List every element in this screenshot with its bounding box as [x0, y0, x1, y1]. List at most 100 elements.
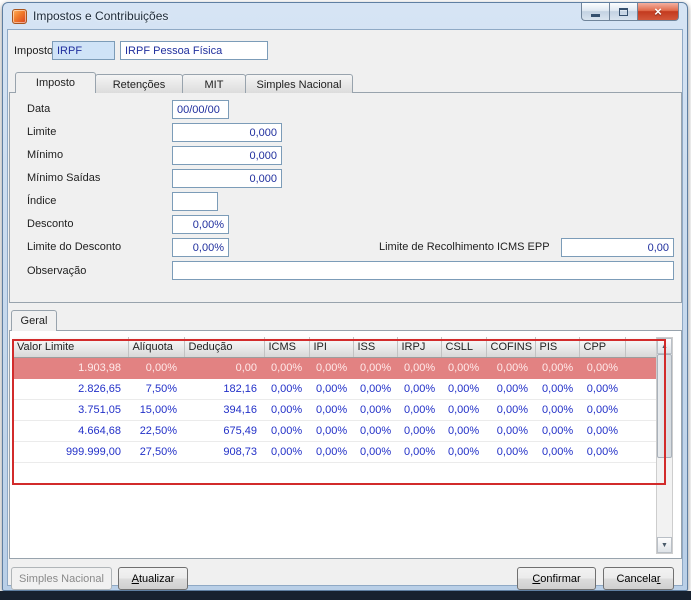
table-cell[interactable]: 3.751,05 — [13, 399, 128, 421]
table-cell[interactable]: 0,00% — [353, 441, 397, 463]
table-cell[interactable]: 0,00% — [486, 420, 535, 442]
scroll-up-icon[interactable]: ▲ — [657, 338, 672, 354]
table-cell[interactable]: 0,00% — [535, 420, 579, 442]
column-header[interactable]: IRPJ — [397, 337, 442, 358]
observacao-input[interactable] — [172, 261, 674, 280]
table-cell[interactable]: 0,00% — [397, 399, 441, 421]
table-cell[interactable]: 0,00% — [535, 357, 579, 379]
column-header[interactable]: Valor Limite — [13, 337, 129, 358]
table-cell[interactable]: 0,00% — [579, 399, 625, 421]
table-cell[interactable]: 0,00% — [579, 378, 625, 400]
column-header[interactable]: CSLL — [441, 337, 487, 358]
table-cell[interactable]: 0,00% — [486, 357, 535, 379]
tab-geral[interactable]: Geral — [11, 310, 57, 331]
table-cell[interactable]: 15,00% — [128, 399, 184, 421]
table-cell[interactable]: 0,00% — [309, 399, 353, 421]
table-cell[interactable]: 0,00% — [486, 378, 535, 400]
confirmar-button[interactable]: Confirmar — [517, 567, 596, 590]
column-header[interactable]: Alíquota — [128, 337, 185, 358]
maximize-button[interactable] — [610, 3, 637, 21]
tab-mit[interactable]: MIT — [182, 74, 246, 93]
table-cell[interactable]: 7,50% — [128, 378, 184, 400]
data-input[interactable] — [172, 100, 229, 119]
column-header[interactable]: COFINS — [486, 337, 536, 358]
table-cell[interactable]: 0,00% — [353, 420, 397, 442]
table-cell[interactable]: 0,00% — [441, 357, 486, 379]
tab-simples-nacional[interactable]: Simples Nacional — [245, 74, 353, 93]
column-header[interactable]: ICMS — [264, 337, 310, 358]
table-cell[interactable]: 2.826,65 — [13, 378, 128, 400]
column-header[interactable]: Dedução — [184, 337, 265, 358]
icms-epp-input[interactable] — [561, 238, 674, 257]
table-cell[interactable]: 0,00% — [264, 441, 309, 463]
table-cell[interactable]: 0,00% — [486, 441, 535, 463]
table-cell[interactable]: 0,00% — [397, 378, 441, 400]
imposto-description-input[interactable] — [120, 41, 268, 60]
table-cell[interactable]: 1.903,98 — [13, 357, 128, 379]
limite-input[interactable] — [172, 123, 282, 142]
table-cell[interactable]: 0,00% — [309, 441, 353, 463]
minimize-button[interactable] — [581, 3, 610, 21]
column-header[interactable]: PIS — [535, 337, 580, 358]
table-cell[interactable]: 0,00% — [264, 420, 309, 442]
table-cell[interactable]: 0,00% — [397, 357, 441, 379]
close-button[interactable]: × — [637, 3, 679, 21]
table-row[interactable]: 999.999,00 27,50% 908,73 0,00% 0,00% 0,00% 0,0… — [13, 441, 658, 463]
limite-desconto-input[interactable] — [172, 238, 229, 257]
table-cell[interactable]: 394,16 — [184, 399, 264, 421]
table-cell[interactable]: 0,00% — [535, 441, 579, 463]
table-cell[interactable]: 0,00 — [184, 357, 264, 379]
column-header[interactable]: CPP — [579, 337, 626, 358]
table-cell[interactable]: 0,00% — [486, 399, 535, 421]
table-cell[interactable]: 0,00% — [397, 420, 441, 442]
table-cell[interactable]: 0,00% — [441, 399, 486, 421]
titlebar[interactable]: Impostos e Contribuições × — [3, 3, 687, 29]
table-cell[interactable]: 4.664,68 — [13, 420, 128, 442]
table-cell[interactable]: 0,00% — [579, 420, 625, 442]
indice-input[interactable] — [172, 192, 218, 211]
atualizar-button[interactable]: Atualizar — [118, 567, 188, 590]
scroll-down-icon[interactable]: ▼ — [657, 537, 672, 553]
screen: Impostos e Contribuições × Imposto Impos… — [0, 0, 691, 600]
table-cell[interactable]: 27,50% — [128, 441, 184, 463]
table-cell[interactable]: 908,73 — [184, 441, 264, 463]
table-cell[interactable]: 0,00% — [309, 357, 353, 379]
column-header[interactable]: ISS — [353, 337, 398, 358]
table-cell[interactable]: 675,49 — [184, 420, 264, 442]
table-row[interactable]: 1.903,98 0,00% 0,00 0,00% 0,00% 0,00% 0,00% 0,0… — [13, 357, 658, 379]
table-cell[interactable]: 0,00% — [535, 378, 579, 400]
table-cell[interactable]: 0,00% — [353, 357, 397, 379]
table-cell[interactable]: 0,00% — [441, 420, 486, 442]
table-cell[interactable]: 0,00% — [579, 441, 625, 463]
table-cell[interactable]: 0,00% — [264, 357, 309, 379]
table-cell[interactable]: 0,00% — [579, 357, 625, 379]
table-cell[interactable]: 0,00% — [309, 378, 353, 400]
table-cell[interactable]: 0,00% — [128, 357, 184, 379]
table-cell[interactable]: 0,00% — [441, 441, 486, 463]
vertical-scrollbar[interactable]: ▲ ▼ — [656, 337, 673, 554]
table-cell[interactable]: 0,00% — [397, 441, 441, 463]
table-cell[interactable]: 0,00% — [441, 378, 486, 400]
column-header[interactable]: IPI — [309, 337, 354, 358]
window-controls: × — [581, 3, 679, 21]
cancelar-button[interactable]: Cancelar — [603, 567, 674, 590]
desconto-input[interactable] — [172, 215, 229, 234]
table-row[interactable]: 3.751,05 15,00% 394,16 0,00% 0,00% 0,00% 0,00%… — [13, 399, 658, 421]
scroll-thumb[interactable] — [657, 354, 672, 458]
tab-imposto[interactable]: Imposto — [15, 72, 96, 93]
table-cell[interactable]: 0,00% — [309, 420, 353, 442]
table-row[interactable]: 4.664,68 22,50% 675,49 0,00% 0,00% 0,00% 0,00%… — [13, 420, 658, 442]
table-cell[interactable]: 0,00% — [264, 378, 309, 400]
table-cell[interactable]: 0,00% — [535, 399, 579, 421]
table-cell[interactable]: 0,00% — [264, 399, 309, 421]
tab-retencoes[interactable]: Retenções — [95, 74, 183, 93]
table-row[interactable]: 2.826,65 7,50% 182,16 0,00% 0,00% 0,00% 0,00% 0… — [13, 378, 658, 400]
table-cell[interactable]: 999.999,00 — [13, 441, 128, 463]
table-cell[interactable]: 0,00% — [353, 399, 397, 421]
minimo-saidas-input[interactable] — [172, 169, 282, 188]
table-cell[interactable]: 182,16 — [184, 378, 264, 400]
table-cell[interactable]: 22,50% — [128, 420, 184, 442]
table-cell[interactable]: 0,00% — [353, 378, 397, 400]
minimo-input[interactable] — [172, 146, 282, 165]
imposto-code-input[interactable] — [52, 41, 115, 60]
